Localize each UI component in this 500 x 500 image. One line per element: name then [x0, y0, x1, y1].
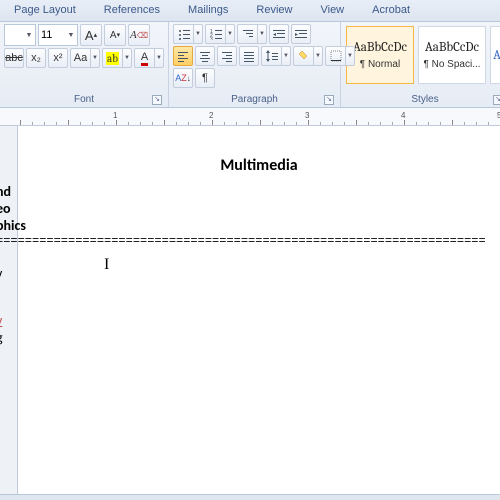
paragraph-group-label: Paragraph↘ [173, 93, 336, 107]
chevron-down-icon[interactable]: ▼ [154, 48, 164, 68]
tab-references[interactable]: References [90, 0, 174, 21]
style-preview: AaBbCcDc [425, 40, 479, 55]
borders-button[interactable] [325, 46, 345, 66]
dialog-launcher-icon[interactable]: ↘ [152, 95, 162, 105]
superscript-button[interactable]: x² [48, 48, 68, 68]
grow-font-button[interactable]: A▴ [80, 24, 102, 46]
ribbon-tabs: Page Layout References Mailings Review V… [0, 0, 500, 22]
document-line: v [0, 265, 500, 282]
document-divider: ========================================… [0, 234, 500, 248]
justify-button[interactable] [239, 46, 259, 66]
svg-text:3: 3 [210, 37, 213, 40]
document-line: nd [0, 183, 500, 200]
document-title: Multimedia [18, 156, 500, 175]
shading-button[interactable] [293, 46, 313, 66]
change-case-button[interactable]: Aa [70, 48, 90, 68]
chevron-down-icon[interactable]: ▼ [257, 24, 267, 44]
style-more[interactable]: A [490, 26, 500, 84]
font-group-label: Font↘ [4, 93, 164, 107]
line-spacing-button[interactable] [261, 46, 281, 66]
subscript-button[interactable]: x₂ [26, 48, 46, 68]
font-family-input[interactable] [5, 29, 23, 41]
highlight-button[interactable]: ab [102, 48, 122, 68]
align-center-button[interactable] [195, 46, 215, 66]
paragraph-group: ▼ 123▼ ▼ ▼ ▼ ▼ AZ↓ ¶ Paragraph↘ [169, 22, 341, 107]
chevron-down-icon[interactable]: ▼ [122, 48, 132, 68]
document-line: phics [0, 217, 500, 234]
dialog-launcher-icon[interactable]: ↘ [324, 95, 334, 105]
increase-indent-button[interactable] [291, 24, 311, 44]
decrease-indent-button[interactable] [269, 24, 289, 44]
status-bar [0, 494, 500, 500]
font-size-input[interactable] [39, 29, 65, 41]
styles-group: AaBbCcDc ¶ Normal AaBbCcDc ¶ No Spaci...… [341, 22, 500, 107]
vertical-ruler[interactable] [0, 126, 18, 494]
horizontal-ruler[interactable]: 12345 [0, 108, 500, 126]
chevron-down-icon[interactable]: ▼ [281, 46, 291, 66]
tab-mailings[interactable]: Mailings [174, 0, 242, 21]
font-size-combo[interactable]: ▼ [38, 24, 78, 46]
style-preview: AaBbCcDc [353, 40, 407, 55]
chevron-down-icon[interactable]: ▼ [65, 32, 77, 39]
bullets-button[interactable] [173, 24, 193, 44]
document-line: v [0, 312, 500, 329]
font-group: ▼ ▼ A▴ A▾ A⌫ abc x₂ x² Aa▼ ab▼ A▼ Font↘ [0, 22, 169, 107]
show-marks-button[interactable]: ¶ [195, 68, 215, 88]
document-line: eo [0, 200, 500, 217]
tab-view[interactable]: View [306, 0, 358, 21]
style-preview: A [493, 48, 500, 63]
align-right-button[interactable] [217, 46, 237, 66]
chevron-down-icon[interactable]: ▼ [23, 32, 35, 39]
document-line: g [0, 329, 500, 346]
text-cursor-icon: I [104, 256, 105, 272]
style-name: ¶ Normal [360, 59, 400, 70]
style-normal[interactable]: AaBbCcDc ¶ Normal [346, 26, 414, 84]
tab-page-layout[interactable]: Page Layout [0, 0, 90, 21]
chevron-down-icon[interactable]: ▼ [313, 46, 323, 66]
shrink-font-button[interactable]: A▾ [104, 24, 126, 46]
sort-button[interactable]: AZ↓ [173, 68, 193, 88]
document-area: Multimedia nd eo phics =================… [0, 126, 500, 494]
clear-format-button[interactable]: A⌫ [128, 24, 150, 46]
chevron-down-icon[interactable]: ▼ [345, 46, 355, 66]
numbering-button[interactable]: 123 [205, 24, 225, 44]
font-family-combo[interactable]: ▼ [4, 24, 36, 46]
ribbon: ▼ ▼ A▴ A▾ A⌫ abc x₂ x² Aa▼ ab▼ A▼ Font↘ [0, 22, 500, 108]
style-name: ¶ No Spaci... [423, 59, 480, 70]
dialog-launcher-icon[interactable]: ↘ [493, 95, 500, 105]
chevron-down-icon[interactable]: ▼ [90, 48, 100, 68]
style-no-spacing[interactable]: AaBbCcDc ¶ No Spaci... [418, 26, 486, 84]
strike-button[interactable]: abc [4, 48, 24, 68]
font-color-button[interactable]: A [134, 48, 154, 68]
chevron-down-icon[interactable]: ▼ [225, 24, 235, 44]
multilevel-button[interactable] [237, 24, 257, 44]
tab-acrobat[interactable]: Acrobat [358, 0, 424, 21]
document-page[interactable]: Multimedia nd eo phics =================… [18, 126, 500, 494]
styles-group-label: Styles↘ [345, 93, 500, 107]
document-line: s [0, 282, 500, 295]
tab-review[interactable]: Review [242, 0, 306, 21]
align-left-button[interactable] [173, 46, 193, 66]
chevron-down-icon[interactable]: ▼ [193, 24, 203, 44]
